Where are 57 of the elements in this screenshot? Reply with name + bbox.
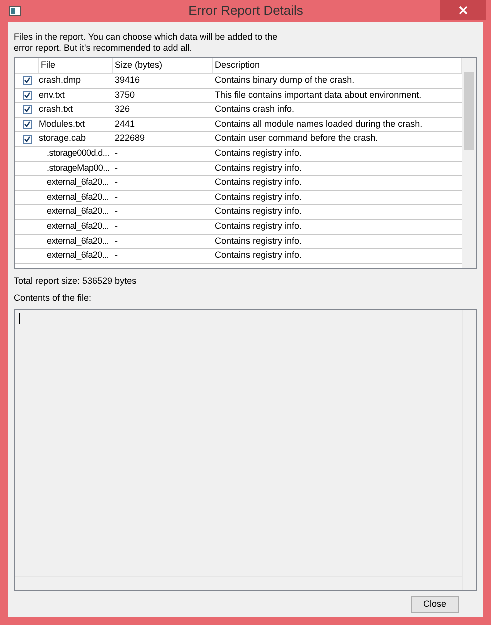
- table-cell: -: [115, 206, 118, 216]
- table-cell: Contains registry info.: [215, 250, 302, 260]
- checkbox[interactable]: [22, 134, 32, 144]
- table-cell: 326: [115, 104, 130, 114]
- column-header[interactable]: File: [41, 58, 56, 72]
- table-cell: Contains crash info.: [215, 104, 295, 114]
- table-cell: Contains registry info.: [215, 236, 302, 246]
- table-cell: -: [115, 177, 118, 188]
- checkbox[interactable]: [22, 76, 32, 86]
- table-cell: -: [115, 250, 118, 260]
- table-cell: external_6fa20...: [47, 177, 109, 188]
- table-cell: -: [115, 162, 118, 173]
- column-header[interactable]: Size (bytes): [115, 58, 163, 72]
- table-cell: Contains registry info.: [215, 206, 302, 216]
- contents-label: Contents of the file:: [14, 292, 93, 304]
- table-cell: 39416: [115, 75, 140, 86]
- table-cell: external_6fa20...: [47, 236, 109, 246]
- table-cell: 2441: [115, 118, 136, 129]
- table-cell: Contains registry info.: [215, 220, 302, 231]
- dialog-button[interactable]: Close: [411, 596, 459, 613]
- checkbox[interactable]: [22, 90, 32, 100]
- table-cell: .storageMap00...: [47, 162, 110, 173]
- table-cell: This file contains important data about environment.: [215, 90, 422, 100]
- table-cell: 222689: [115, 133, 146, 144]
- table-cell: 3750: [115, 90, 136, 100]
- table-cell: Contains registry info.: [215, 177, 302, 188]
- close-icon: [458, 6, 468, 14]
- file-contents-field[interactable]: [14, 309, 477, 591]
- table-cell: -: [115, 192, 118, 202]
- table-cell: -: [115, 148, 118, 158]
- table-cell: .storage000d.d...: [47, 148, 110, 158]
- table-cell: Contains binary dump of the crash.: [215, 75, 355, 86]
- table-cell: -: [115, 220, 118, 231]
- table-cell: Contains registry info.: [215, 192, 302, 202]
- table-cell: Contains registry info.: [215, 162, 302, 173]
- window-title: Error Report Details: [188, 2, 304, 20]
- table-cell: Modules.txt: [39, 118, 86, 129]
- checkbox[interactable]: [22, 105, 32, 114]
- table-cell: external_6fa20...: [47, 192, 109, 202]
- table-cell: storage.cab: [39, 133, 86, 144]
- table-cell: crash.txt: [39, 104, 74, 114]
- table-cell: external_6fa20...: [47, 220, 109, 231]
- table-cell: Contains registry info.: [215, 148, 302, 158]
- table-cell: Contains all module names loaded during the crash.: [215, 118, 423, 129]
- table-cell: crash.dmp: [39, 75, 82, 86]
- scrollbar[interactable]: [462, 58, 476, 268]
- total-size-text: Total report size: 536529 bytes: [14, 275, 138, 288]
- table-cell: env.txt: [39, 90, 65, 100]
- table-cell: Contain user command before the crash.: [215, 133, 378, 144]
- table-cell: -: [115, 236, 118, 246]
- table-cell: external_6fa20...: [47, 206, 109, 216]
- app-icon: [9, 6, 21, 16]
- close-button[interactable]: [440, 0, 486, 20]
- column-header[interactable]: Description: [215, 58, 260, 72]
- table-cell: external_6fa20...: [47, 250, 109, 260]
- intro-text: Files in the report. You can choose which data will be added to the error report. But it's recommended to add all.: [14, 32, 279, 54]
- checkbox[interactable]: [22, 120, 32, 130]
